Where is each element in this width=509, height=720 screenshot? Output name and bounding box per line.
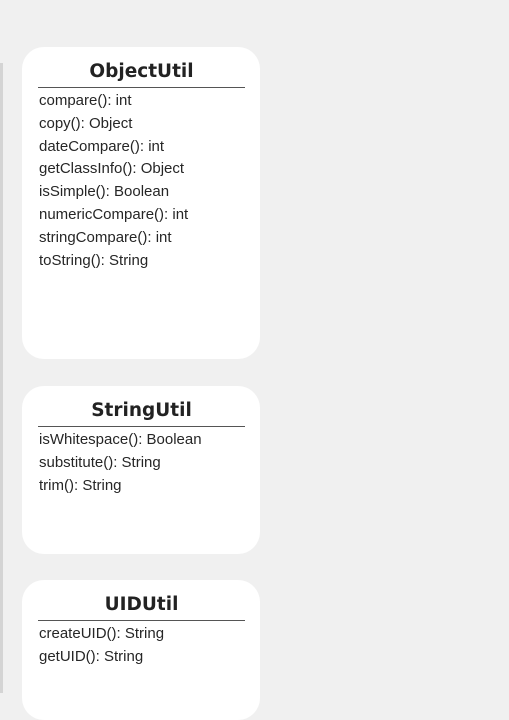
method-item: dateCompare(): int xyxy=(39,137,165,155)
method-item: toString(): String xyxy=(39,251,149,269)
method-item: isSimple(): Boolean xyxy=(39,183,170,201)
method-item: compare(): int xyxy=(39,92,132,109)
method-item: numericCompare(): int xyxy=(39,205,189,223)
method-list: createUID(): String getUID(): String xyxy=(39,621,243,669)
method-item: isWhitespace(): Boolean xyxy=(39,431,202,448)
class-box-stringutil: StringUtil isWhitespace(): Boolean subst… xyxy=(22,386,260,554)
class-box-uidutil: UIDUtil createUID(): String getUID(): St… xyxy=(22,580,260,720)
method-item: stringCompare(): int xyxy=(39,228,172,246)
method-item: getClassInfo(): Object xyxy=(39,160,185,178)
method-item: getUID(): String xyxy=(39,647,144,665)
class-title: StringUtil xyxy=(38,399,245,427)
method-item: trim(): String xyxy=(39,476,122,494)
class-title: ObjectUtil xyxy=(38,60,245,88)
method-list: compare(): int copy(): Object dateCompar… xyxy=(39,88,243,272)
method-list: isWhitespace(): Boolean substitute(): St… xyxy=(39,427,243,497)
method-item: copy(): Object xyxy=(39,114,133,132)
class-title: UIDUtil xyxy=(38,593,245,621)
method-item: createUID(): String xyxy=(39,625,165,642)
left-edge-line xyxy=(0,63,3,693)
method-item: substitute(): String xyxy=(39,453,161,471)
class-box-objectutil: ObjectUtil compare(): int copy(): Object… xyxy=(22,47,260,359)
